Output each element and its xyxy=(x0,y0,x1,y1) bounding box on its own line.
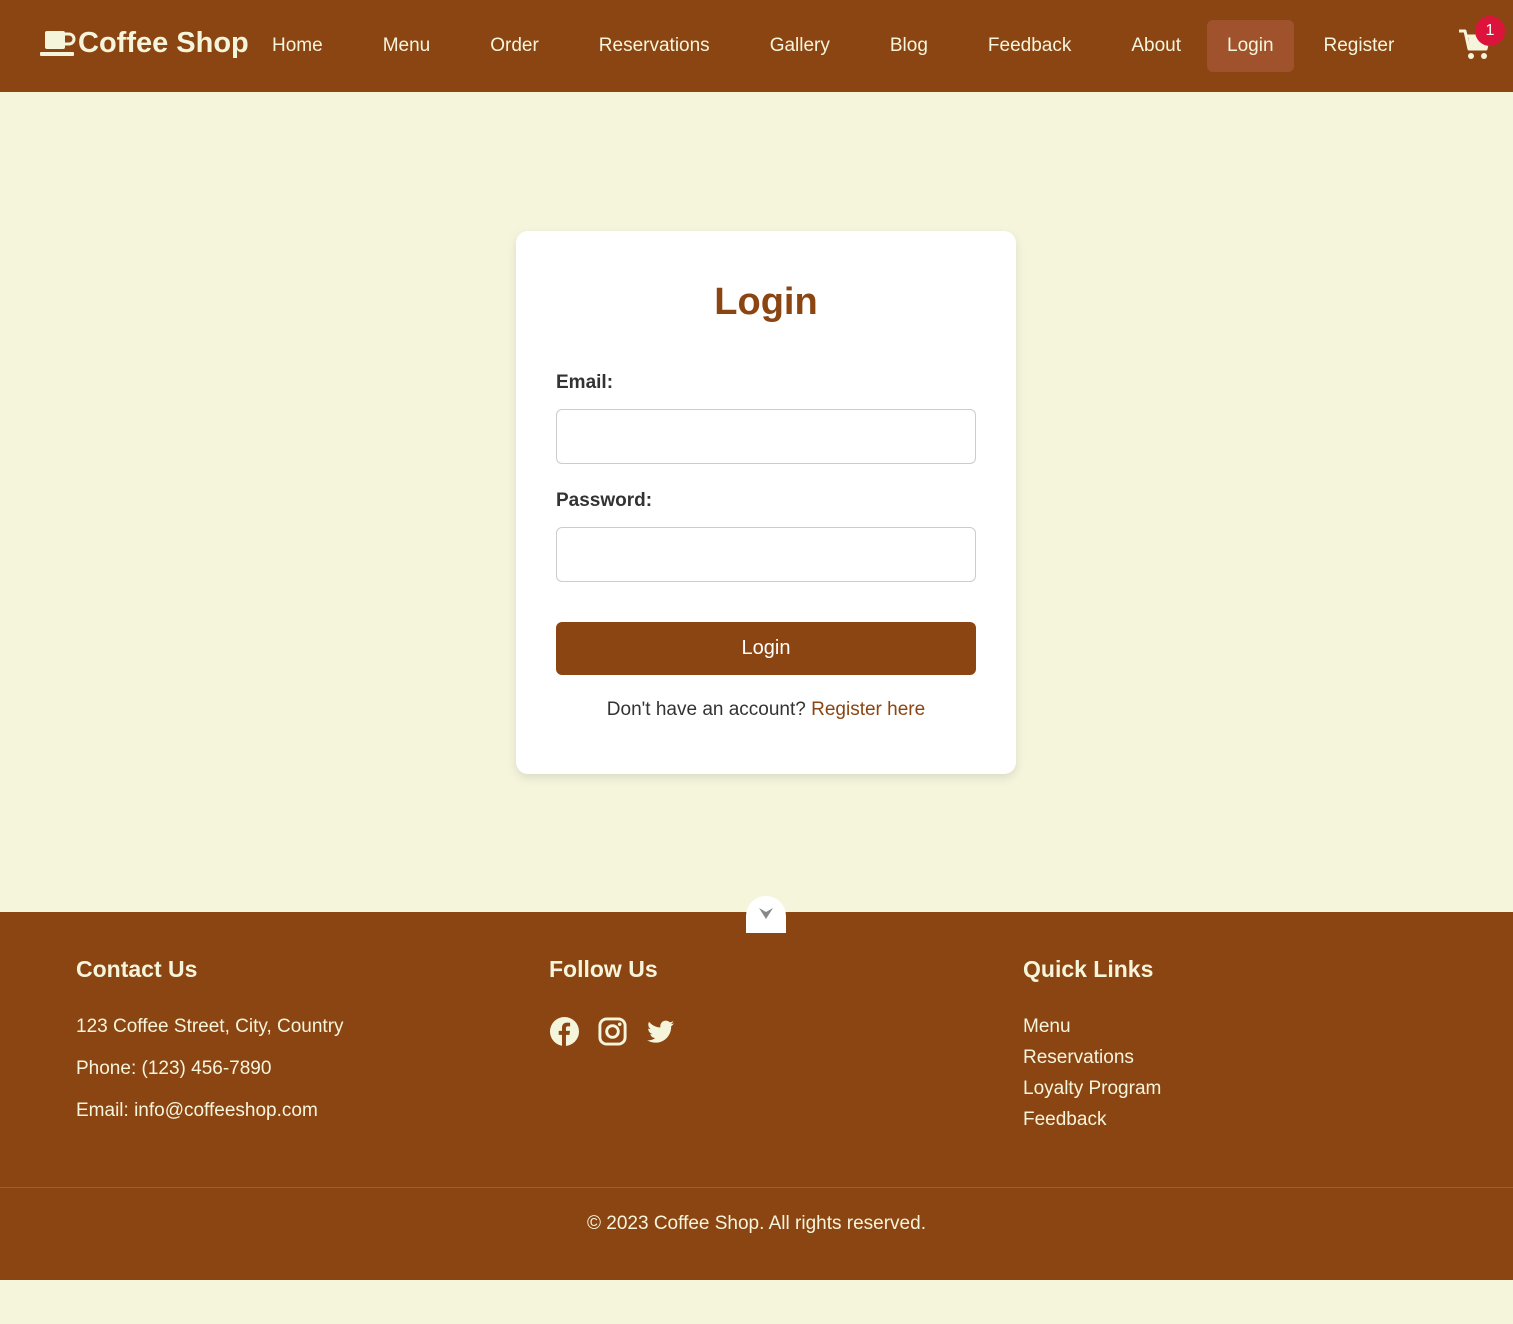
footer-contact: Contact Us 123 Coffee Street, City, Coun… xyxy=(76,956,344,1122)
quick-link-menu[interactable]: Menu xyxy=(1023,1016,1161,1038)
site-header: Coffee Shop Home Menu Order Reservations… xyxy=(0,0,1513,92)
quick-link-loyalty-program[interactable]: Loyalty Program xyxy=(1023,1078,1161,1100)
register-prompt: Don't have an account? Register here xyxy=(556,699,976,721)
footer-follow: Follow Us xyxy=(549,956,693,1048)
nav-reservations[interactable]: Reservations xyxy=(579,20,730,72)
brand-logo-link[interactable]: Coffee Shop xyxy=(40,27,249,60)
facebook-icon[interactable] xyxy=(549,1016,581,1048)
scroll-toggle-button[interactable] xyxy=(746,896,786,933)
login-button[interactable]: Login xyxy=(556,622,976,675)
nav-menu[interactable]: Menu xyxy=(363,20,451,72)
password-field[interactable] xyxy=(556,527,976,582)
cart-count-badge: 1 xyxy=(1475,16,1505,46)
email-field[interactable] xyxy=(556,409,976,464)
register-link[interactable]: Register here xyxy=(811,699,925,720)
quick-link-reservations[interactable]: Reservations xyxy=(1023,1047,1161,1069)
nav-blog[interactable]: Blog xyxy=(870,20,948,72)
brand-name: Coffee Shop xyxy=(78,27,249,59)
nav-feedback[interactable]: Feedback xyxy=(968,20,1091,72)
email-label: Email: xyxy=(556,372,614,393)
contact-address: 123 Coffee Street, City, Country xyxy=(76,1016,344,1037)
nav-order[interactable]: Order xyxy=(470,20,559,72)
follow-heading: Follow Us xyxy=(549,956,658,982)
cart-button[interactable]: 1 xyxy=(1458,16,1505,64)
coffee-cup-icon xyxy=(40,30,76,56)
chevron-down-icon xyxy=(759,907,773,919)
login-card: Login Email: Password: Login Don't have … xyxy=(516,231,1016,774)
nav-home[interactable]: Home xyxy=(252,20,343,72)
quick-links-heading: Quick Links xyxy=(1023,956,1154,982)
social-links xyxy=(549,1016,693,1048)
quick-link-feedback[interactable]: Feedback xyxy=(1023,1109,1161,1131)
copyright-text: © 2023 Coffee Shop. All rights reserved. xyxy=(587,1213,926,1234)
footer-divider xyxy=(0,1187,1513,1188)
no-account-text: Don't have an account? xyxy=(606,699,806,720)
nav-register[interactable]: Register xyxy=(1304,20,1415,72)
instagram-icon[interactable] xyxy=(597,1016,629,1048)
password-label: Password: xyxy=(556,490,653,511)
nav-login[interactable]: Login xyxy=(1207,20,1294,72)
contact-heading: Contact Us xyxy=(76,956,198,982)
site-footer: Contact Us 123 Coffee Street, City, Coun… xyxy=(0,912,1513,1280)
nav-gallery[interactable]: Gallery xyxy=(750,20,850,72)
contact-phone: Phone: (123) 456-7890 xyxy=(76,1058,272,1079)
login-title: Login xyxy=(714,281,818,323)
contact-email: Email: info@coffeeshop.com xyxy=(76,1100,318,1121)
main-nav: Home Menu Order Reservations Gallery Blo… xyxy=(252,20,1414,72)
footer-quick-links: Quick Links Menu Reservations Loyalty Pr… xyxy=(1023,956,1161,1131)
nav-about[interactable]: About xyxy=(1111,20,1201,72)
twitter-icon[interactable] xyxy=(645,1016,677,1048)
